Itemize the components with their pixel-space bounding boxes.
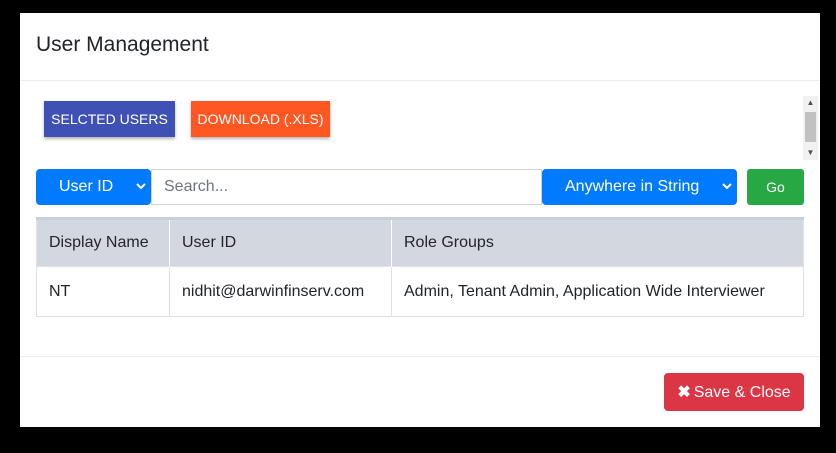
go-button[interactable]: Go xyxy=(747,169,804,205)
cell-user-id: nidhit@darwinfinserv.com xyxy=(169,266,392,317)
modal-title: User Management xyxy=(36,33,209,56)
column-header-user-id[interactable]: User ID xyxy=(169,218,392,267)
modal-footer: ✖ Save & Close xyxy=(20,357,820,427)
save-close-button[interactable]: ✖ Save & Close xyxy=(664,373,804,411)
search-field-select[interactable]: User ID xyxy=(36,169,151,205)
modal-body: SELCTED USERS DOWNLOAD (.XLS) ▲ ▼ User I… xyxy=(20,81,820,357)
scroll-up-icon[interactable]: ▲ xyxy=(803,96,818,110)
table-header-row: Display Name User ID Role Groups xyxy=(36,218,804,267)
scroll-thumb[interactable] xyxy=(805,112,816,142)
match-type-select[interactable]: Anywhere in String xyxy=(542,169,737,205)
vertical-scrollbar[interactable]: ▲ ▼ xyxy=(803,96,818,160)
users-table: Display Name User ID Role Groups NT nidh… xyxy=(36,217,804,317)
close-icon: ✖ xyxy=(677,384,691,401)
search-input[interactable] xyxy=(151,169,542,205)
search-field-select-value: User ID xyxy=(59,178,114,195)
chevron-down-icon xyxy=(136,183,146,190)
user-management-modal: User Management SELCTED USERS DOWNLOAD (… xyxy=(20,13,820,427)
download-xls-button[interactable]: DOWNLOAD (.XLS) xyxy=(191,101,330,137)
save-close-label: Save & Close xyxy=(693,384,791,401)
match-type-select-value: Anywhere in String xyxy=(565,178,700,195)
modal-header: User Management xyxy=(20,13,820,81)
cell-role-groups: Admin, Tenant Admin, Application Wide In… xyxy=(391,266,804,317)
column-header-role-groups[interactable]: Role Groups xyxy=(391,218,804,267)
table-row[interactable]: NT nidhit@darwinfinserv.com Admin, Tenan… xyxy=(36,266,804,317)
scroll-down-icon[interactable]: ▼ xyxy=(803,146,818,160)
selected-users-button[interactable]: SELCTED USERS xyxy=(44,101,175,137)
cell-display-name: NT xyxy=(36,266,170,317)
chevron-down-icon xyxy=(722,183,732,190)
column-header-display-name[interactable]: Display Name xyxy=(36,218,170,267)
